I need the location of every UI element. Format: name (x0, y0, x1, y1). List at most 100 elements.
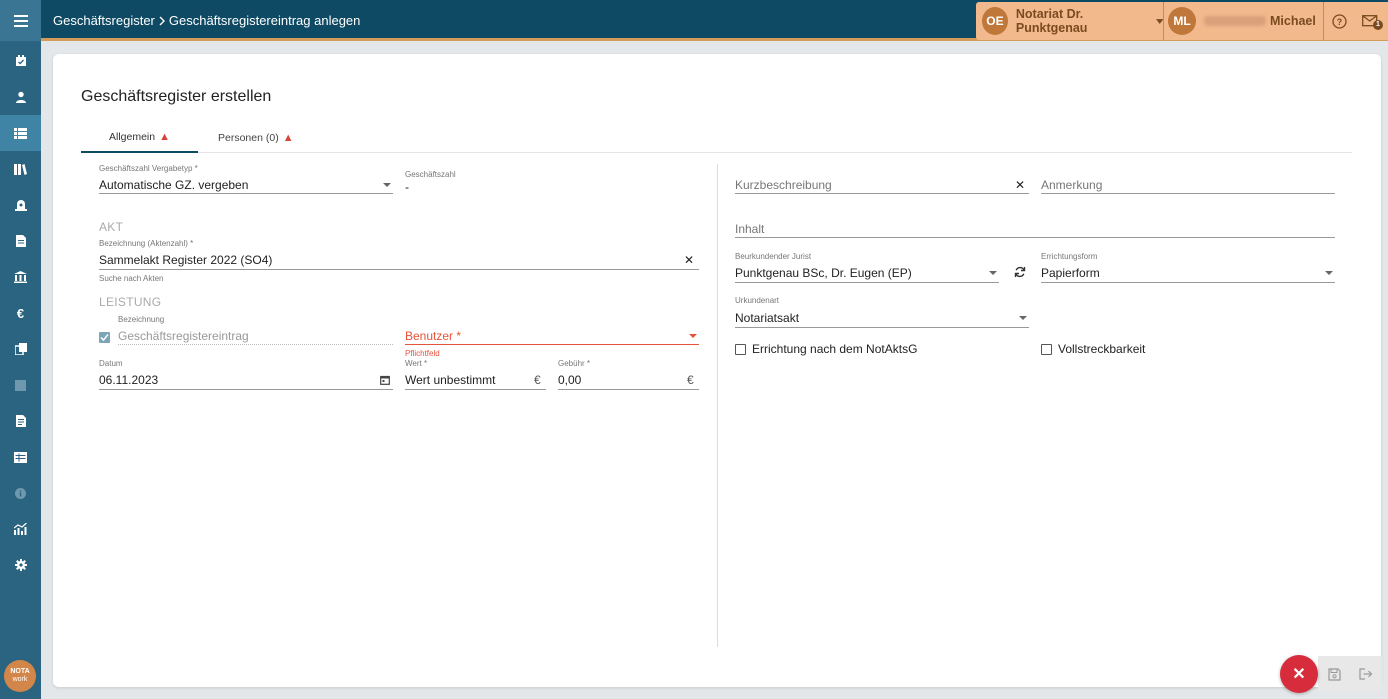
tab-personen[interactable]: Personen (0) ▲ (218, 122, 318, 153)
gz-type-label: Geschäftszahl Vergabetyp * (99, 164, 198, 173)
save-icon (1327, 667, 1341, 681)
caret-down-icon (989, 271, 997, 275)
exit-button[interactable] (1350, 656, 1382, 692)
table-icon (14, 451, 27, 463)
field-underline (99, 269, 699, 270)
column-divider (717, 164, 718, 647)
logo-text: NOTA (10, 668, 30, 675)
safe-icon (14, 200, 27, 211)
vollstreck-checkbox[interactable] (1041, 344, 1052, 355)
datum-value: 06.11.2023 (99, 373, 159, 387)
leistung-checkbox[interactable] (99, 332, 110, 343)
errichtung-label: Errichtungsform (1041, 252, 1098, 261)
info-icon (15, 487, 26, 499)
section-akt: AKT (99, 220, 124, 234)
field-underline (558, 389, 699, 390)
copy-icon (14, 343, 27, 355)
tab-label: Personen (0) (218, 131, 279, 144)
sidebar-item-billing[interactable]: € (0, 295, 41, 331)
urkundenart-select[interactable]: Notariatsakt (735, 310, 1029, 328)
sidebar-item-documents[interactable] (0, 223, 41, 259)
sidebar-item-settings[interactable] (0, 547, 41, 583)
sidebar-item-copies[interactable] (0, 331, 41, 367)
wert-input[interactable]: Wert unbestimmt € (405, 372, 546, 390)
errichtung-select[interactable]: Papierform (1041, 265, 1335, 283)
field-underline (735, 327, 1029, 328)
sidebar-item-persons[interactable] (0, 79, 41, 115)
stop-icon (15, 379, 26, 391)
leistung-label: Bezeichnung (118, 315, 165, 324)
warning-icon: ▲ (159, 130, 170, 143)
akt-value: Sammelakt Register 2022 (SO4) (99, 253, 273, 267)
user-panel: OE Notariat Dr. Punktgenau ML Michael ? … (976, 2, 1388, 40)
library-icon (14, 164, 27, 175)
gz-value: - (405, 180, 409, 194)
tab-label: Allgemein (109, 130, 156, 143)
gz-label: Geschäftszahl (405, 170, 456, 179)
benutzer-placeholder: Benutzer * (405, 329, 462, 343)
user-menu[interactable]: ML Michael (1164, 7, 1323, 35)
sidebar-item-safe[interactable] (0, 187, 41, 223)
menu-button[interactable] (0, 0, 41, 41)
kurzbeschreibung-input[interactable]: Kurzbeschreibung ✕ (735, 177, 1029, 195)
gz-type-select[interactable]: Automatische GZ. vergeben (99, 176, 393, 194)
org-selector[interactable]: OE Notariat Dr. Punktgenau (976, 7, 1163, 35)
clear-icon[interactable]: ✕ (684, 253, 694, 267)
notification-badge: 1 (1373, 19, 1383, 30)
notakts-checkbox[interactable] (735, 344, 746, 355)
sidebar-item-disabled[interactable] (0, 367, 41, 403)
caret-down-icon (689, 334, 697, 338)
sidebar-item-register[interactable] (0, 115, 41, 151)
tab-allgemein[interactable]: Allgemein ▲ (81, 122, 198, 153)
sidebar-item-bank[interactable] (0, 259, 41, 295)
inhalt-input[interactable]: Inhalt (735, 221, 1335, 239)
datum-input[interactable]: 06.11.2023 (99, 372, 393, 390)
caret-down-icon (1325, 271, 1333, 275)
sidebar-item-analytics[interactable] (0, 511, 41, 547)
cancel-button[interactable]: ✕ (1280, 655, 1318, 693)
field-underline (118, 344, 393, 345)
org-name: Notariat Dr. Punktgenau (1015, 7, 1088, 35)
sidebar-item-table[interactable] (0, 439, 41, 475)
warning-icon: ▲ (282, 131, 294, 144)
sidebar-item-files[interactable] (0, 403, 41, 439)
exit-icon (1359, 668, 1373, 680)
breadcrumb: Geschäftsregister Geschäftsregistereintr… (53, 13, 360, 28)
field-underline (735, 237, 1335, 238)
help-button[interactable]: ? (1324, 13, 1354, 29)
field-underline (99, 389, 393, 390)
save-button[interactable] (1318, 656, 1350, 692)
caret-down-icon (1019, 316, 1027, 320)
akt-input[interactable]: Sammelakt Register 2022 (SO4) ✕ (99, 252, 699, 270)
notawork-logo: NOTA work (4, 660, 36, 692)
jurist-value: Punktgenau BSc, Dr. Eugen (EP) (735, 266, 912, 280)
benutzer-select[interactable]: Benutzer * (405, 328, 699, 346)
check-icon (100, 334, 109, 342)
sidebar-item-library[interactable] (0, 151, 41, 187)
caret-down-icon (1155, 18, 1163, 24)
list-icon (14, 127, 27, 139)
redacted-surname (1204, 16, 1266, 26)
datum-label: Datum (99, 359, 123, 368)
calendar-icon[interactable] (380, 375, 390, 385)
messages-button[interactable]: 1 (1354, 14, 1386, 30)
anmerkung-input[interactable]: Anmerkung (1041, 177, 1335, 195)
person-icon (15, 91, 26, 103)
tab-bar: Allgemein ▲ Personen (0) ▲ (81, 122, 1352, 153)
gebuehr-input[interactable]: 0,00 € (558, 372, 699, 390)
svg-text:?: ? (1336, 17, 1342, 27)
sidebar-item-calendar[interactable] (0, 43, 41, 79)
sidebar-item-info[interactable] (0, 475, 41, 511)
chevron-right-icon (159, 16, 165, 25)
jurist-select[interactable]: Punktgenau BSc, Dr. Eugen (EP) (735, 265, 999, 283)
currency-euro: € (687, 373, 694, 387)
caret-down-icon (383, 183, 391, 187)
document-icon (15, 235, 26, 247)
errichtung-value: Papierform (1041, 266, 1100, 280)
breadcrumb-root[interactable]: Geschäftsregister (53, 13, 155, 28)
clear-icon[interactable]: ✕ (1015, 178, 1025, 192)
help-icon: ? (1331, 13, 1347, 29)
refresh-icon[interactable] (1014, 266, 1026, 278)
inhalt-placeholder: Inhalt (735, 222, 765, 236)
notakts-label: Errichtung nach dem NotAktsG (752, 342, 918, 356)
